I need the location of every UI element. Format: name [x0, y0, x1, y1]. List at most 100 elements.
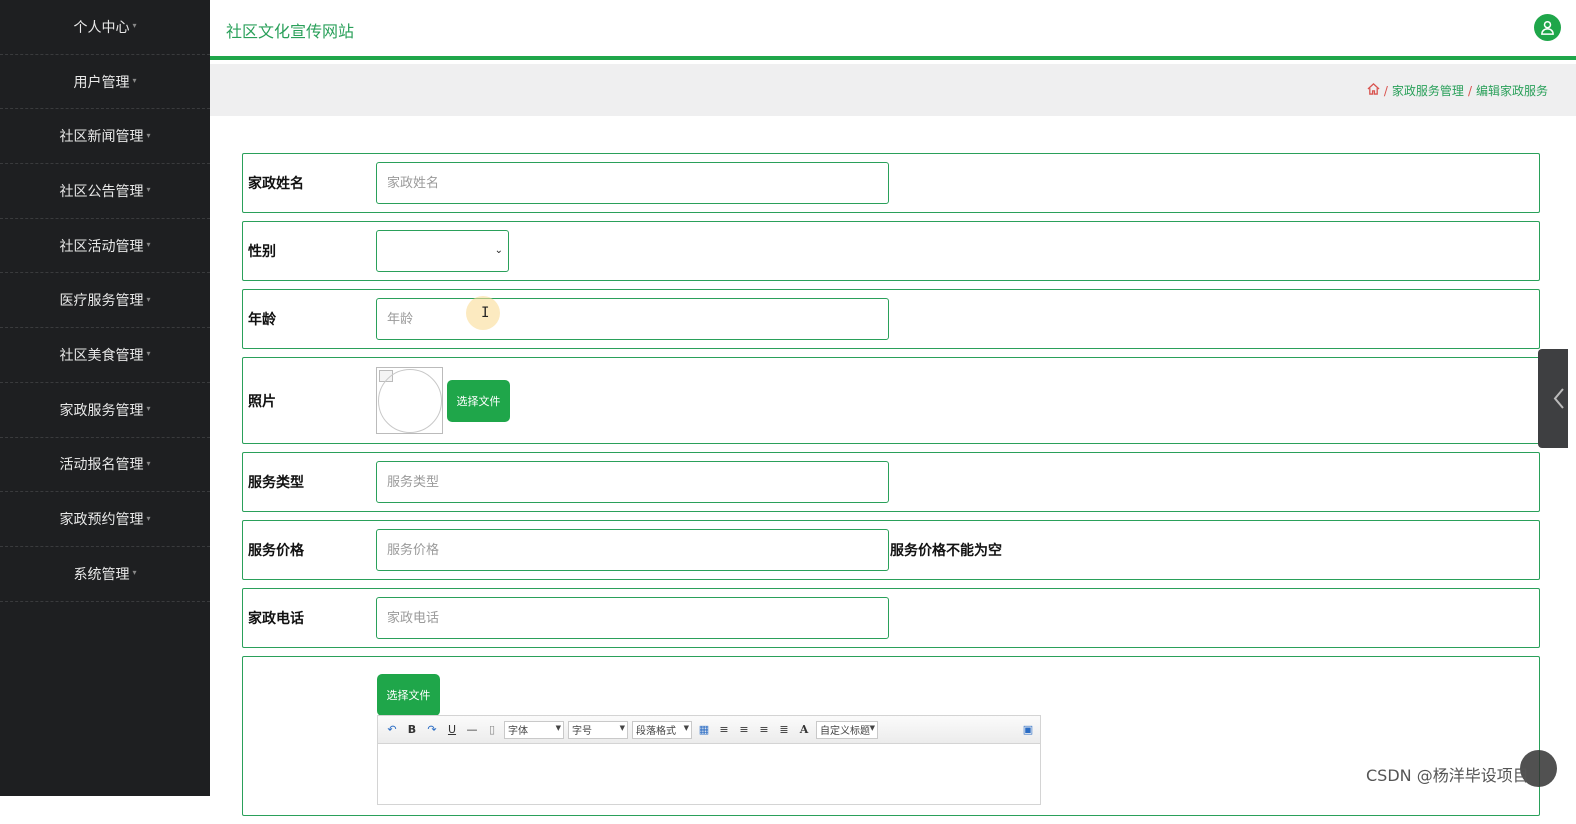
align-left-icon[interactable]: ≡: [716, 722, 732, 738]
sidebar-item-users[interactable]: 用户管理 ▾: [0, 55, 210, 110]
chevron-down-icon: ▾: [132, 568, 137, 578]
bold-icon[interactable]: B: [404, 722, 420, 738]
sidebar-item-medical[interactable]: 医疗服务管理 ▾: [0, 273, 210, 329]
service-type-label: 服务类型: [248, 475, 304, 491]
form-row-gender: 性别 ⌄: [242, 221, 1540, 281]
sidebar-item-label: 社区新闻管理: [59, 129, 144, 146]
align-justify-icon[interactable]: ≣: [776, 722, 792, 738]
paragraph-format-select[interactable]: 段落格式 ▼: [632, 720, 692, 739]
sidebar-item-label: 家政预约管理: [59, 512, 144, 529]
form-row-phone: 家政电话: [242, 588, 1540, 648]
edit-form: 家政姓名 性别 ⌄ 年龄 照片 选择文件 服务类型 服务价格 服务价格不能为空 …: [242, 153, 1540, 824]
price-input[interactable]: [376, 529, 889, 571]
align-center-icon[interactable]: ≡: [756, 722, 772, 738]
sidebar-item-activities[interactable]: 社区活动管理 ▾: [0, 219, 210, 274]
chevron-down-icon: ▾: [146, 404, 151, 414]
sidebar-item-label: 家政服务管理: [59, 402, 144, 419]
photo-preview: [376, 367, 443, 434]
chevron-down-icon: ▼: [683, 723, 689, 732]
price-error-message: 服务价格不能为空: [890, 543, 1002, 559]
paragraph-format-value: 段落格式: [636, 726, 676, 737]
gender-select[interactable]: ⌄: [376, 230, 509, 272]
horizontal-rule-icon[interactable]: —: [464, 722, 480, 738]
chevron-down-icon: ▾: [132, 21, 137, 31]
form-row-name: 家政姓名: [242, 153, 1540, 213]
watermark: CSDN @杨洋毕设项目: [1366, 766, 1529, 785]
breadcrumb-current: 编辑家政服务: [1475, 84, 1548, 98]
breadcrumb-bar: / 家政服务管理 / 编辑家政服务: [210, 64, 1576, 116]
breadcrumb: / 家政服务管理 / 编辑家政服务: [1367, 82, 1548, 99]
home-icon[interactable]: [1367, 83, 1380, 98]
font-size-value: 字号: [572, 726, 592, 737]
sidebar-item-system[interactable]: 系统管理 ▾: [0, 547, 210, 602]
side-panel-toggle[interactable]: [1538, 349, 1568, 448]
user-icon[interactable]: [1534, 14, 1561, 41]
phone-input[interactable]: [376, 597, 889, 639]
phone-label: 家政电话: [248, 611, 304, 627]
sidebar-item-food[interactable]: 社区美食管理 ▾: [0, 328, 210, 383]
sidebar-item-housekeeping[interactable]: 家政服务管理 ▾: [0, 383, 210, 438]
chevron-down-icon: ▼: [869, 723, 875, 732]
price-label: 服务价格: [248, 543, 304, 559]
sidebar-item-label: 医疗服务管理: [59, 293, 144, 310]
age-label: 年龄: [248, 312, 276, 328]
redo-icon[interactable]: ↷: [424, 722, 440, 738]
breadcrumb-housekeeping[interactable]: 家政服务管理: [1392, 82, 1464, 99]
sidebar-item-registration[interactable]: 活动报名管理 ▾: [0, 438, 210, 493]
photo-choose-file-button[interactable]: 选择文件: [447, 379, 510, 422]
sidebar-item-news[interactable]: 社区新闻管理 ▾: [0, 109, 210, 165]
form-row-photo: 照片 选择文件: [242, 357, 1540, 444]
chevron-down-icon: ▾: [146, 513, 151, 523]
gender-label: 性别: [248, 244, 276, 260]
undo-icon[interactable]: ↶: [384, 722, 400, 738]
sidebar-item-booking[interactable]: 家政预约管理 ▾: [0, 492, 210, 547]
chevron-down-icon: ▾: [132, 76, 137, 86]
font-family-select[interactable]: 字体 ▼: [504, 720, 564, 739]
form-row-age: 年龄: [242, 289, 1540, 349]
age-input[interactable]: [376, 298, 889, 340]
service-type-input[interactable]: [376, 461, 889, 503]
chevron-down-icon: ▼: [619, 723, 625, 732]
chevron-down-icon: ▾: [146, 240, 151, 250]
table-icon[interactable]: ▦: [696, 722, 712, 738]
rich-text-editor: ↶ B ↷ U — ▯ 字体 ▼ 字号 ▼ 段落格式 ▼ ▦ ≡ ≡ ≡ ≣ A 自定…: [377, 715, 1041, 805]
sidebar-item-label: 个人中心: [73, 19, 130, 36]
sidebar-item-notices[interactable]: 社区公告管理 ▾: [0, 164, 210, 219]
site-title: 社区文化宣传网站: [226, 22, 355, 41]
top-bar: 社区文化宣传网站: [210, 0, 1576, 60]
form-row-detail: 选择文件 ↶ B ↷ U — ▯ 字体 ▼ 字号 ▼ 段落格式 ▼ ▦ ≡ ≡ ≡ ≣…: [242, 656, 1540, 816]
document-icon[interactable]: ▯: [484, 722, 500, 738]
sidebar-item-label: 社区活动管理: [59, 238, 144, 255]
chevron-down-icon: ▾: [146, 185, 151, 195]
underline-icon[interactable]: U: [444, 722, 460, 738]
form-row-service-type: 服务类型: [242, 452, 1540, 512]
sidebar-item-label: 社区公告管理: [59, 183, 144, 200]
chevron-down-icon: ▾: [146, 458, 151, 468]
custom-title-value: 自定义标题: [820, 726, 870, 737]
breadcrumb-separator: /: [1467, 83, 1472, 98]
sidebar-item-label: 活动报名管理: [59, 457, 144, 474]
form-row-price: 服务价格 服务价格不能为空: [242, 520, 1540, 580]
font-size-select[interactable]: 字号 ▼: [568, 720, 628, 739]
chevron-down-icon: ⌄: [494, 245, 503, 256]
photo-label: 照片: [248, 393, 276, 410]
sidebar-item-label: 用户管理: [73, 74, 130, 91]
chevron-down-icon: ▼: [555, 723, 561, 732]
chevron-down-icon: ▾: [146, 294, 151, 304]
sidebar-item-label: 社区美食管理: [59, 347, 144, 364]
font-family-value: 字体: [508, 726, 528, 737]
photo-circle: [378, 369, 442, 433]
fullscreen-icon[interactable]: ▣: [1020, 722, 1036, 738]
font-color-icon[interactable]: A: [796, 722, 812, 738]
custom-title-select[interactable]: 自定义标题 ▼: [816, 720, 878, 739]
detail-choose-file-button[interactable]: 选择文件: [377, 674, 440, 716]
text-cursor-icon: I: [481, 305, 490, 321]
name-input[interactable]: [376, 162, 889, 204]
sidebar-item-label: 系统管理: [73, 566, 130, 583]
chevron-down-icon: ▾: [146, 349, 151, 359]
sidebar: 个人中心 ▾ 用户管理 ▾ 社区新闻管理 ▾ 社区公告管理 ▾ 社区活动管理 ▾ 医疗服务…: [0, 0, 210, 796]
sidebar-item-personal-center[interactable]: 个人中心 ▾: [0, 0, 210, 55]
align-right-icon[interactable]: ≡: [736, 722, 752, 738]
editor-toolbar: ↶ B ↷ U — ▯ 字体 ▼ 字号 ▼ 段落格式 ▼ ▦ ≡ ≡ ≡ ≣ A 自定…: [378, 716, 1040, 744]
name-label: 家政姓名: [248, 176, 304, 192]
